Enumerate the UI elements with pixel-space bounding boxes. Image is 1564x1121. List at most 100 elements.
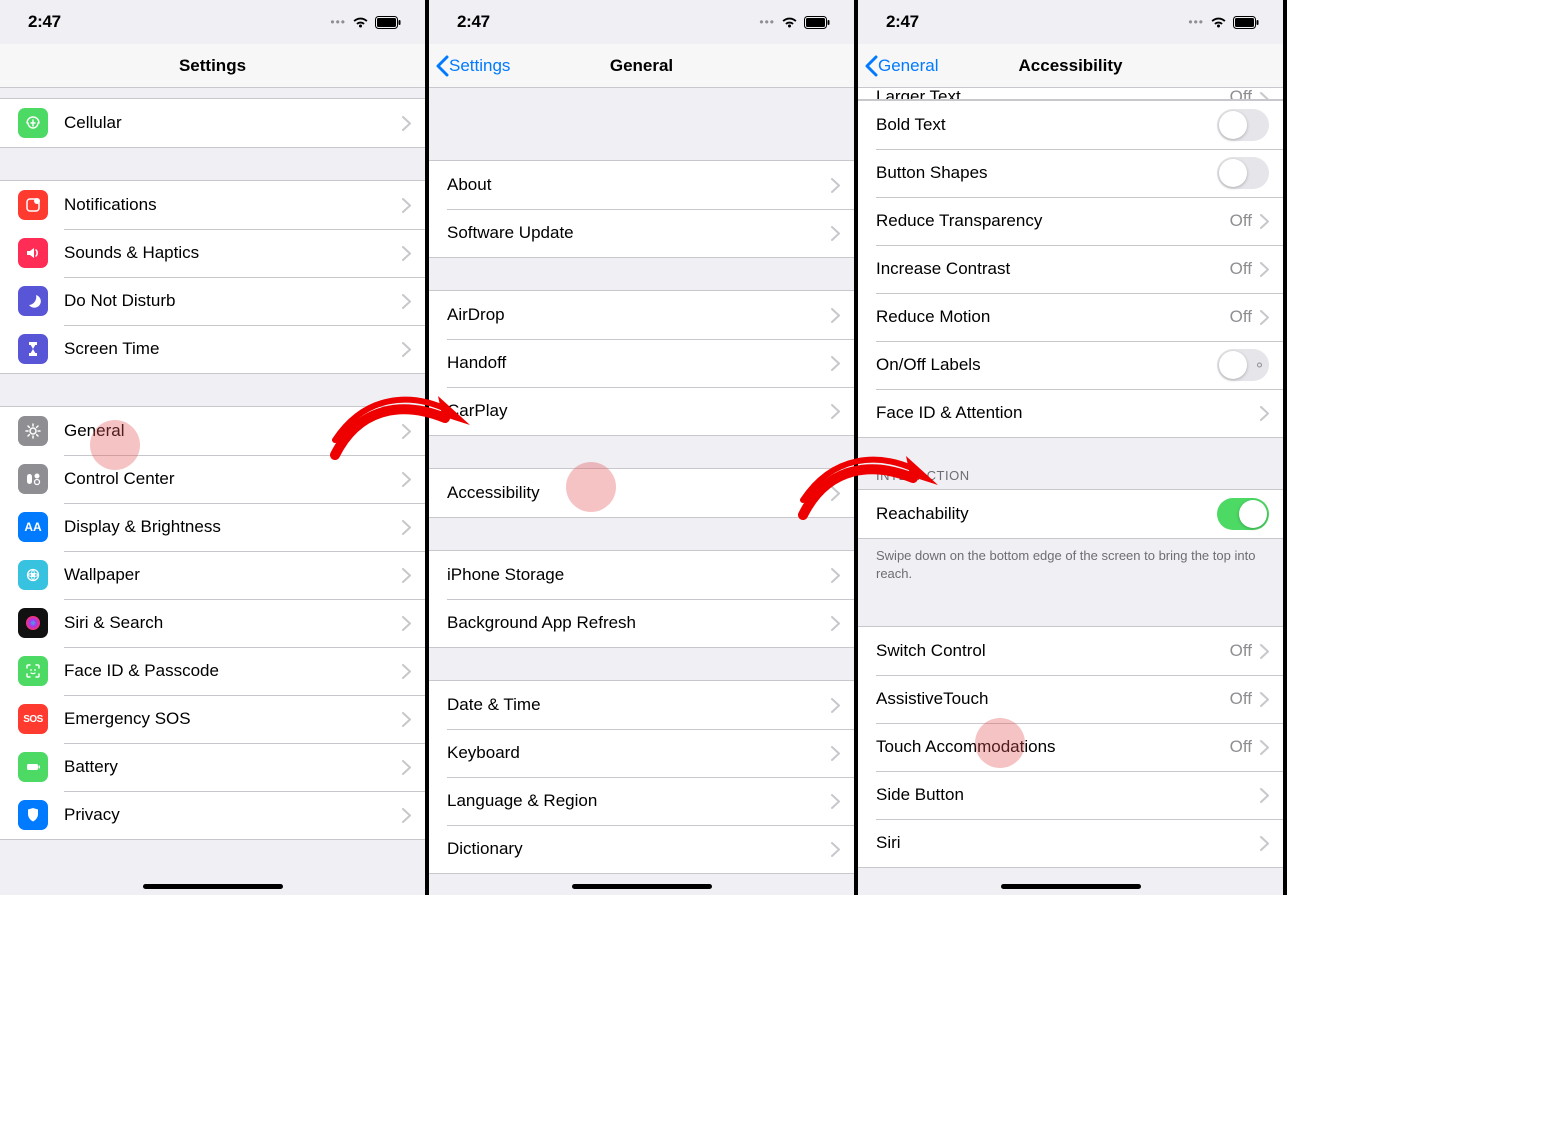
chevron-right-icon (831, 698, 840, 713)
row-label: Notifications (64, 195, 402, 215)
row-label: Reduce Motion (876, 307, 1230, 327)
row-label: Reduce Transparency (876, 211, 1230, 231)
back-button[interactable]: General (864, 55, 938, 77)
phone-accessibility: 2:47 ••• General Accessibility Larger Te… (858, 0, 1287, 895)
row-larger-text-clipped[interactable]: Larger TextOff (858, 88, 1283, 100)
wifi-icon (1210, 16, 1227, 29)
chevron-right-icon (831, 178, 840, 193)
detail-value: Off (1230, 259, 1252, 279)
row-label: Larger Text (876, 88, 1230, 100)
chevron-right-icon (1260, 406, 1269, 421)
accessibility-list[interactable]: Larger TextOffBold TextButton ShapesRedu… (858, 88, 1283, 883)
row-label: Language & Region (447, 791, 831, 811)
row-label: Screen Time (64, 339, 402, 359)
row-label: Button Shapes (876, 163, 1217, 183)
row-keyboard[interactable]: Keyboard (429, 729, 854, 777)
row-accessibility[interactable]: Accessibility (429, 469, 854, 517)
row-display-brightness[interactable]: AADisplay & Brightness (0, 503, 425, 551)
chevron-right-icon (1260, 644, 1269, 659)
row-label: Bold Text (876, 115, 1217, 135)
chevron-right-icon (402, 616, 411, 631)
row-label: Siri (876, 833, 1260, 853)
row-on-off-labels[interactable]: On/Off Labels (858, 341, 1283, 389)
row-label: Siri & Search (64, 613, 402, 633)
row-about[interactable]: About (429, 161, 854, 209)
settings-group: Switch ControlOffAssistiveTouchOffTouch … (858, 626, 1283, 868)
row-general[interactable]: General (0, 407, 425, 455)
settings-list[interactable]: Cellular Notifications Sounds & Haptics Do … (0, 88, 425, 883)
row-reduce-motion[interactable]: Reduce MotionOff (858, 293, 1283, 341)
row-assistivetouch[interactable]: AssistiveTouchOff (858, 675, 1283, 723)
row-siri[interactable]: Siri (858, 819, 1283, 867)
wifi-icon (352, 16, 369, 29)
row-notifications[interactable]: Notifications (0, 181, 425, 229)
row-software-update[interactable]: Software Update (429, 209, 854, 257)
chevron-right-icon (1260, 836, 1269, 851)
row-face-id-attention[interactable]: Face ID & Attention (858, 389, 1283, 437)
settings-group: Accessibility (429, 468, 854, 518)
row-reachability[interactable]: Reachability (858, 490, 1283, 538)
section-header: INTERACTION (858, 438, 1283, 489)
row-iphone-storage[interactable]: iPhone Storage (429, 551, 854, 599)
row-dictionary[interactable]: Dictionary (429, 825, 854, 873)
row-background-app-refresh[interactable]: Background App Refresh (429, 599, 854, 647)
row-privacy[interactable]: Privacy (0, 791, 425, 839)
section-footer: Swipe down on the bottom edge of the scr… (858, 539, 1283, 594)
chevron-right-icon (402, 472, 411, 487)
toggle-switch[interactable] (1217, 157, 1269, 189)
row-face-id-passcode[interactable]: Face ID & Passcode (0, 647, 425, 695)
chevron-right-icon (831, 794, 840, 809)
siri-icon (18, 608, 48, 638)
row-label: About (447, 175, 831, 195)
status-time: 2:47 (28, 12, 61, 32)
chevron-right-icon (831, 226, 840, 241)
row-carplay[interactable]: CarPlay (429, 387, 854, 435)
privacy-icon (18, 800, 48, 830)
faceid-icon (18, 656, 48, 686)
row-siri-search[interactable]: Siri & Search (0, 599, 425, 647)
row-increase-contrast[interactable]: Increase ContrastOff (858, 245, 1283, 293)
row-cellular[interactable]: Cellular (0, 99, 425, 147)
row-sounds-haptics[interactable]: Sounds & Haptics (0, 229, 425, 277)
detail-value: Off (1230, 211, 1252, 231)
row-label: Sounds & Haptics (64, 243, 402, 263)
row-language-region[interactable]: Language & Region (429, 777, 854, 825)
row-battery[interactable]: Battery (0, 743, 425, 791)
general-list[interactable]: About Software Update AirDropHandoffCarPla… (429, 88, 854, 883)
row-side-button[interactable]: Side Button (858, 771, 1283, 819)
row-date-time[interactable]: Date & Time (429, 681, 854, 729)
chevron-right-icon (402, 424, 411, 439)
row-do-not-disturb[interactable]: Do Not Disturb (0, 277, 425, 325)
row-label: Reachability (876, 504, 1217, 524)
row-bold-text[interactable]: Bold Text (858, 101, 1283, 149)
more-dots-icon: ••• (330, 15, 346, 29)
chevron-right-icon (402, 342, 411, 357)
chevron-right-icon (1260, 788, 1269, 803)
home-indicator[interactable] (1001, 884, 1141, 889)
row-touch-accommodations[interactable]: Touch AccommodationsOff (858, 723, 1283, 771)
row-label: Side Button (876, 785, 1260, 805)
row-label: Wallpaper (64, 565, 402, 585)
settings-group: About Software Update (429, 160, 854, 258)
home-indicator[interactable] (572, 884, 712, 889)
row-switch-control[interactable]: Switch ControlOff (858, 627, 1283, 675)
row-wallpaper[interactable]: Wallpaper (0, 551, 425, 599)
row-control-center[interactable]: Control Center (0, 455, 425, 503)
toggle-switch[interactable] (1217, 498, 1269, 530)
row-emergency-sos[interactable]: SOSEmergency SOS (0, 695, 425, 743)
row-handoff[interactable]: Handoff (429, 339, 854, 387)
back-button[interactable]: Settings (435, 55, 510, 77)
detail-value: Off (1230, 641, 1252, 661)
back-label: Settings (449, 56, 510, 76)
row-button-shapes[interactable]: Button Shapes (858, 149, 1283, 197)
toggle-switch[interactable] (1217, 349, 1269, 381)
chevron-right-icon (402, 568, 411, 583)
row-screen-time[interactable]: Screen Time (0, 325, 425, 373)
home-indicator[interactable] (143, 884, 283, 889)
toggle-switch[interactable] (1217, 109, 1269, 141)
navbar: Settings General (429, 44, 854, 88)
row-reduce-transparency[interactable]: Reduce TransparencyOff (858, 197, 1283, 245)
row-label: Background App Refresh (447, 613, 831, 633)
chevron-right-icon (402, 808, 411, 823)
row-airdrop[interactable]: AirDrop (429, 291, 854, 339)
